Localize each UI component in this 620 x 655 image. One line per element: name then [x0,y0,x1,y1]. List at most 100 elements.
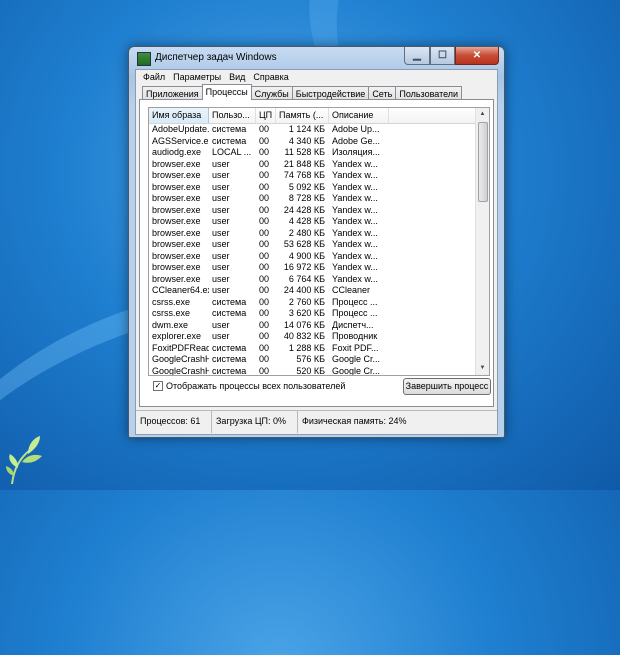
process-cpu: 00 [259,296,270,307]
window-title: Диспетчер задач Windows [155,52,277,63]
process-memory: 1 288 КБ [288,342,325,353]
process-memory: 2 760 КБ [288,296,325,307]
tab-users[interactable]: Пользователи [395,86,463,100]
table-row[interactable]: browser.exe user 00 6 764 КБ Yandex w... [149,274,476,286]
process-memory: 4 340 КБ [288,135,325,146]
table-row[interactable]: browser.exe user 00 74 768 КБ Yandex w... [149,170,476,182]
table-row[interactable]: browser.exe user 00 4 900 КБ Yandex w... [149,251,476,263]
process-image-name: browser.exe [152,204,201,215]
process-memory: 6 764 КБ [288,273,325,284]
process-image-name: AGSService.e... [152,135,209,146]
column-header-description[interactable]: Описание [329,108,389,123]
tab-networking[interactable]: Сеть [368,86,397,100]
table-row[interactable]: browser.exe user 00 4 428 КБ Yandex w... [149,216,476,228]
maximize-button[interactable]: ☐ [430,47,455,65]
process-description: Google Cr... [332,354,381,364]
column-header-memory[interactable]: Память (... [276,108,329,123]
process-image-name: GoogleCrashH... [152,365,209,376]
maximize-icon: ☐ [438,50,447,61]
tab-strip: Приложения Процессы Службы Быстродействи… [142,84,463,100]
table-row[interactable]: csrss.exe система 00 3 620 КБ Процесс ... [149,308,476,320]
process-description: Yandex w... [332,250,378,261]
process-memory: 21 848 КБ [283,158,325,169]
process-image-name: browser.exe [152,216,201,226]
process-description: Adobe Up... [332,124,380,134]
table-row[interactable]: csrss.exe система 00 2 760 КБ Процесс ... [149,297,476,309]
process-memory: 5 092 КБ [288,181,325,192]
process-cpu: 00 [259,124,270,134]
show-all-users-option[interactable]: ✓ Отображать процессы всех пользователей [153,381,345,391]
tab-processes[interactable]: Процессы [201,84,252,100]
vertical-scrollbar[interactable]: ▲ ▼ [475,108,489,375]
status-process-count: Процессов: 61 [136,411,212,433]
process-memory: 2 480 КБ [288,227,325,238]
table-row[interactable]: CCleaner64.exeuser 00 24 400 КБ CCleaner [149,285,476,297]
process-description: Проводник [332,331,378,341]
tab-applications[interactable]: Приложения [142,86,203,100]
table-row[interactable]: FoxitPDFRead...система 00 1 288 КБ Foxit PD… [149,343,476,355]
table-row[interactable]: browser.exe user 00 53 628 КБ Yandex w... [149,239,476,251]
process-image-name: explorer.exe [152,331,202,341]
process-cpu: 00 [259,273,270,284]
table-row[interactable]: browser.exe user 00 8 728 КБ Yandex w... [149,193,476,205]
end-process-button[interactable]: Завершить процесс [403,378,491,395]
scroll-down-icon[interactable]: ▼ [476,362,489,375]
table-row[interactable]: browser.exe user 00 21 848 КБ Yandex w... [149,159,476,171]
process-cpu: 00 [259,239,270,249]
process-user: user [212,319,230,330]
process-description: Изоляция... [332,147,380,157]
process-cpu: 00 [259,342,270,353]
process-user: система [212,354,247,364]
process-cpu: 00 [259,354,270,364]
column-header-user[interactable]: Пользо... [209,108,256,123]
process-user: user [212,250,230,261]
process-user: система [212,124,247,134]
menu-bar: Файл Параметры Вид Справка [136,70,497,84]
table-row[interactable]: browser.exe user 00 2 480 КБ Yandex w... [149,228,476,240]
table-row[interactable]: GoogleCrashH...система 00 520 КБ Google Cr.… [149,365,476,376]
processes-panel: Имя образа Пользо... ЦП Память (... Опис… [139,99,494,407]
table-row[interactable]: AGSService.e...система 00 4 340 КБ Adobe Ge… [149,136,476,148]
process-user: система [212,308,247,318]
process-image-name: browser.exe [152,273,201,284]
scroll-thumb[interactable] [478,122,488,202]
menu-help[interactable]: Справка [250,70,293,84]
process-description: Процесс ... [332,296,378,307]
table-row[interactable]: explorer.exe user 00 40 832 КБ Проводник [149,331,476,343]
table-row[interactable]: AdobeUpdate... система 00 1 124 КБ Adobe Up.… [149,124,476,136]
process-user: система [212,365,247,376]
column-header-image-name[interactable]: Имя образа [149,108,209,123]
table-row[interactable]: audiodg.exe LOCAL ... 00 11 528 КБ Изоляция.… [149,147,476,159]
close-button[interactable]: ✕ [455,47,499,65]
menu-options[interactable]: Параметры [170,70,226,84]
process-description: Foxit PDF... [332,342,379,353]
process-user: user [212,285,230,295]
process-cpu: 00 [259,135,270,146]
column-header-cpu[interactable]: ЦП [256,108,276,123]
process-memory: 40 832 КБ [283,331,325,341]
menu-view[interactable]: Вид [226,70,250,84]
show-all-users-checkbox[interactable]: ✓ [153,381,163,391]
process-cpu: 00 [259,250,270,261]
scroll-up-icon[interactable]: ▲ [476,108,489,121]
tab-services[interactable]: Службы [250,86,293,100]
table-row[interactable]: GoogleCrashH...система 00 576 КБ Google Cr.… [149,354,476,366]
process-memory: 8 728 КБ [288,193,325,203]
process-description: Yandex w... [332,239,378,249]
process-memory: 576 КБ [296,354,325,364]
table-row[interactable]: browser.exe user 00 16 972 КБ Yandex w... [149,262,476,274]
menu-file[interactable]: Файл [140,70,170,84]
status-bar: Процессов: 61 Загрузка ЦП: 0% Физическая… [136,410,497,433]
minimize-button[interactable]: ▁ [404,47,430,65]
tab-performance[interactable]: Быстродействие [291,86,370,100]
process-user: система [212,342,247,353]
title-bar[interactable]: Диспетчер задач Windows ▁ ☐ ✕ [129,47,504,69]
table-row[interactable]: dwm.exe user 00 14 076 КБ Диспетч... [149,320,476,332]
process-description: Adobe Ge... [332,135,381,146]
process-image-name: browser.exe [152,170,201,180]
table-row[interactable]: browser.exe user 00 24 428 КБ Yandex w... [149,205,476,217]
process-description: Yandex w... [332,262,378,272]
process-image-name: CCleaner64.exe [152,285,209,295]
table-row[interactable]: browser.exe user 00 5 092 КБ Yandex w... [149,182,476,194]
process-cpu: 00 [259,216,270,226]
